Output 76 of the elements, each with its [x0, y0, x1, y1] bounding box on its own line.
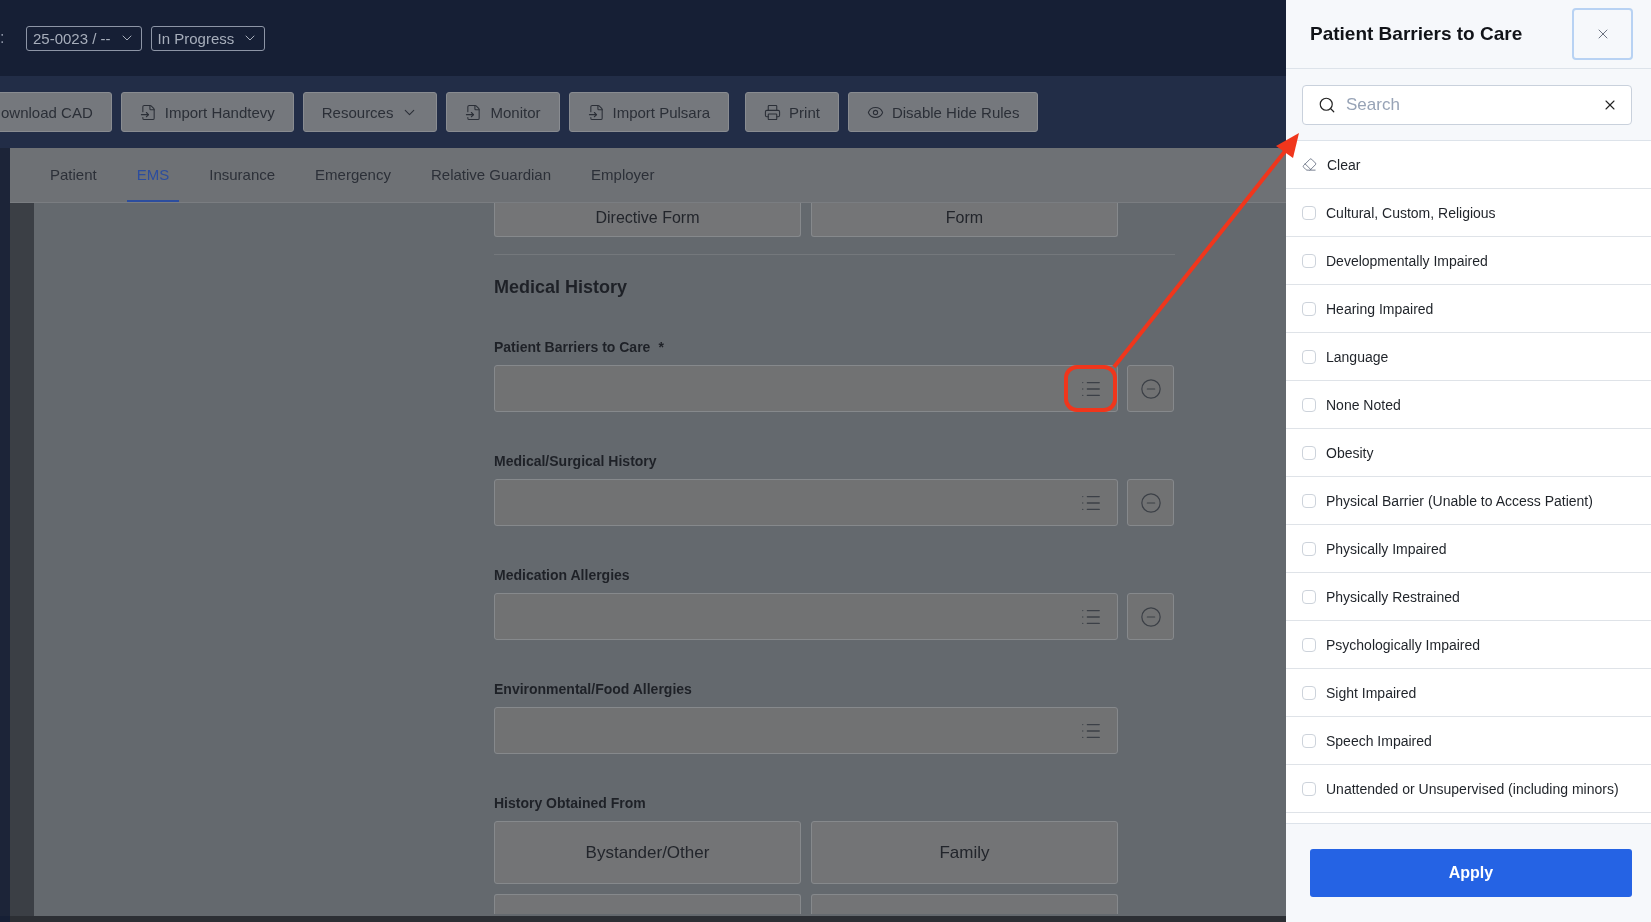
minus-circle-icon	[1139, 605, 1162, 628]
option-label[interactable]: Physically Impaired	[1326, 540, 1447, 557]
status-dropdown[interactable]: In Progress	[150, 25, 266, 51]
option-label[interactable]: Speech Impaired	[1326, 732, 1432, 749]
option-label[interactable]: Developmentally Impaired	[1326, 252, 1488, 269]
tab[interactable]: Insurance	[199, 148, 286, 202]
header-label: :	[0, 29, 6, 47]
checkbox[interactable]	[1302, 541, 1316, 556]
checkbox[interactable]	[1302, 253, 1316, 268]
eraser-icon	[1302, 157, 1317, 172]
required-mark: *	[658, 339, 664, 355]
option-label[interactable]: None Noted	[1326, 396, 1401, 413]
remove-button[interactable]	[1127, 479, 1174, 526]
printer-icon	[764, 103, 782, 121]
input-field[interactable]	[494, 479, 1118, 526]
search-icon	[1318, 96, 1336, 114]
remove-button[interactable]	[1127, 365, 1174, 412]
checkbox[interactable]	[1302, 637, 1316, 652]
minus-circle-icon	[1139, 491, 1162, 514]
file-import-icon	[139, 103, 157, 121]
option-label[interactable]: Obesity	[1326, 444, 1374, 461]
option-button[interactable]: Family	[811, 821, 1118, 884]
option-label[interactable]: Cultural, Custom, Religious	[1326, 204, 1496, 221]
checkbox[interactable]	[1302, 397, 1316, 412]
remove-button[interactable]	[1127, 593, 1174, 640]
option-label[interactable]: Language	[1326, 348, 1389, 365]
input-field[interactable]	[494, 593, 1118, 640]
section-title: Medical History	[494, 277, 629, 298]
option-label[interactable]: Physical Barrier (Unable to Access Patient)	[1326, 492, 1593, 509]
input-field[interactable]	[494, 365, 1118, 412]
option-label[interactable]: Hearing Impaired	[1326, 300, 1434, 317]
drawer-title: Patient Barriers to Care	[1310, 23, 1523, 45]
tab[interactable]: Employer	[581, 148, 665, 202]
checkbox[interactable]	[1302, 589, 1316, 604]
checkbox[interactable]	[1302, 349, 1316, 364]
field-label: History Obtained From	[494, 795, 646, 811]
input-field[interactable]	[494, 707, 1118, 754]
search-field[interactable]: Search	[1302, 85, 1632, 125]
checkbox[interactable]	[1302, 445, 1316, 460]
checkbox[interactable]	[1302, 493, 1316, 508]
minus-circle-icon	[1139, 377, 1162, 400]
checkbox[interactable]	[1302, 733, 1316, 748]
option-button[interactable]: Form	[811, 203, 1118, 237]
option-button[interactable]: Bystander/Other	[494, 821, 801, 884]
list-button[interactable]	[1064, 365, 1117, 412]
field-label: Medication Allergies	[494, 567, 630, 583]
toolbar-button[interactable]: ownload CAD	[0, 92, 112, 132]
option-button[interactable]	[494, 894, 801, 914]
toolbar-button[interactable]: Disable Hide Rules	[847, 92, 1039, 132]
option-button[interactable]	[811, 894, 1118, 914]
checkbox[interactable]	[1302, 301, 1316, 316]
close-button[interactable]	[1572, 8, 1633, 60]
status-dropdown[interactable]: 25-0023 / --	[26, 25, 142, 51]
field-label: Environmental/Food Allergies	[494, 681, 692, 697]
toolbar-button[interactable]: Resources	[302, 92, 438, 132]
option-label[interactable]: Unattended or Unsupervised (including minors)	[1326, 780, 1619, 797]
toolbar-button[interactable]: Import Handtevy	[120, 92, 294, 132]
field-label: Medical/Surgical History	[494, 453, 657, 469]
field-label: Patient Barriers to Care	[494, 339, 651, 355]
option-label[interactable]: Sight Impaired	[1326, 684, 1417, 701]
apply-button[interactable]: Apply	[1310, 849, 1632, 897]
option-label[interactable]: Physically Restrained	[1326, 588, 1460, 605]
file-import-icon	[465, 103, 483, 121]
file-import-icon	[587, 103, 605, 121]
toolbar-button[interactable]: Print	[745, 92, 839, 132]
checkbox[interactable]	[1302, 685, 1316, 700]
tab[interactable]: Emergency	[305, 148, 401, 202]
toolbar-button[interactable]: Monitor	[446, 92, 560, 132]
option-label[interactable]: Psychologically Impaired	[1326, 636, 1481, 653]
checkbox[interactable]	[1302, 781, 1316, 796]
checkbox[interactable]	[1302, 205, 1316, 220]
tab[interactable]: Patient	[40, 148, 107, 202]
toolbar-button[interactable]: Import Pulsara	[568, 92, 730, 132]
tab[interactable]: Relative Guardian	[420, 148, 562, 202]
clear-button[interactable]: Clear	[1302, 156, 1361, 173]
option-button[interactable]: Directive Form	[494, 203, 801, 237]
